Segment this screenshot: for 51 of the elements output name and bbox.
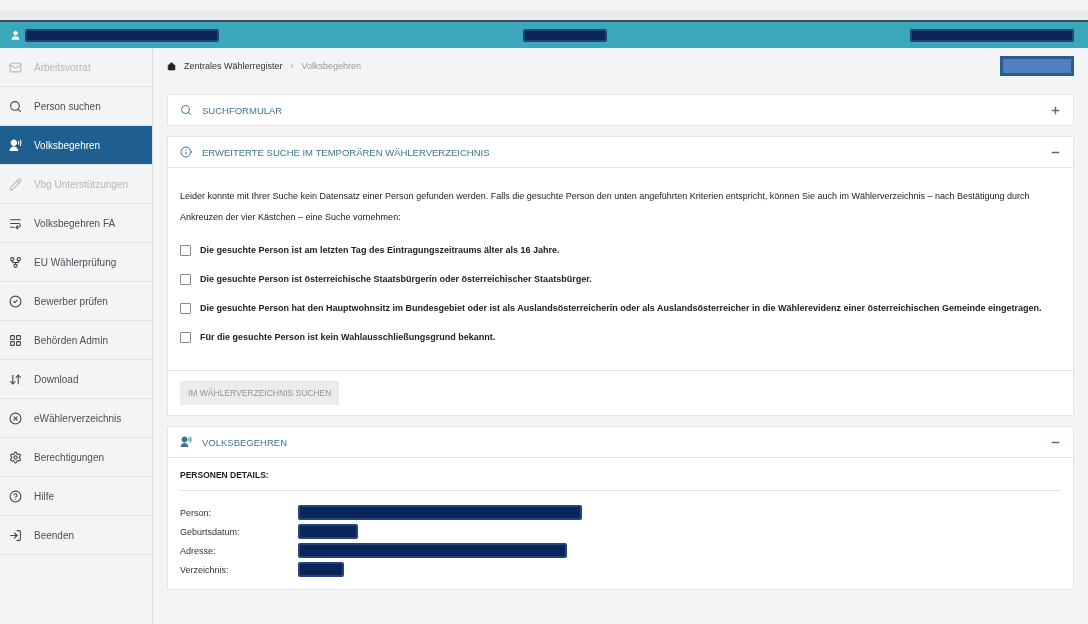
panel-title: SUCHFORMULAR	[202, 104, 284, 116]
user-icon	[10, 29, 21, 41]
field-label: Verzeichnis:	[180, 564, 230, 575]
panel-title: VOLKSBEGEHREN	[202, 436, 288, 448]
field-label: Adresse:	[180, 545, 217, 556]
checkbox[interactable]	[180, 332, 191, 343]
field-label: Person:	[180, 507, 213, 518]
pencil-icon	[9, 177, 22, 191]
sidebar-item[interactable]: eWählerverzeichnis	[0, 399, 152, 438]
check-icon	[9, 294, 22, 308]
redaction-bar	[298, 562, 344, 577]
checkbox-label: Für die gesuchte Person ist kein Wahlausschließungsgrund bekannt.	[200, 331, 496, 344]
sidebar-item[interactable]: Volksbegehren	[0, 126, 152, 165]
field-label: Geburtsdatum:	[180, 526, 241, 537]
breadcrumb-separator: ›	[290, 61, 294, 71]
fork-icon	[9, 255, 22, 269]
sidebar-item[interactable]: Volksbegehren FA	[0, 204, 152, 243]
sidebar-item[interactable]: Bewerber prüfen	[0, 282, 152, 321]
sidebar-item[interactable]: Hilfe	[0, 477, 152, 516]
mail-icon	[9, 60, 22, 74]
info-icon	[180, 146, 192, 158]
breadcrumb-current: Volksbegehren	[301, 61, 362, 71]
admin-icon	[9, 333, 22, 347]
section-heading: PERSONEN DETAILS:	[180, 470, 1061, 491]
xcircle-icon	[9, 411, 22, 425]
checkbox[interactable]	[180, 303, 191, 314]
updown-icon	[9, 372, 22, 386]
info-text: Leider konnte mit Ihrer Suche kein Datensatz einer Person gefunden werden. Falls die gesuchte Person den unten angeführten Kriterien entspricht, können Sie auch im Wählerverzeichnis – nach Bestätigung durch Ankreuzen der vier Kästchen – eine Suche vornehmen:	[180, 190, 1031, 224]
breadcrumb-link[interactable]: Zentrales Wählerregister	[184, 61, 283, 71]
sidebar-item[interactable]: Download	[0, 360, 152, 399]
expand-icon[interactable]	[1050, 104, 1061, 116]
search-icon	[180, 104, 192, 116]
sidebar-item[interactable]: Berechtigungen	[0, 438, 152, 477]
sidebar-item[interactable]: Behörden Admin	[0, 321, 152, 360]
search-icon	[9, 99, 22, 113]
user-voice-icon	[9, 138, 22, 152]
sidebar-item[interactable]: EU Wählerprüfung	[0, 243, 152, 282]
checkbox-label: Die gesuchte Person hat den Hauptwohnsitz im Bundesgebiet oder ist als Auslandsösterreicherin oder als Auslandsösterreicher in die Wählerevidenz einer österreichischen Gemeinde eingetragen.	[200, 302, 1042, 315]
home-icon[interactable]	[167, 61, 176, 71]
exit-icon	[9, 528, 22, 542]
sidebar-item[interactable]: Beenden	[0, 516, 152, 555]
wrap-icon	[9, 216, 22, 230]
gear-icon	[9, 450, 22, 464]
checkbox-label: Die gesuchte Person ist österreichische Staatsbürgerin oder österreichischer Staatsbürger.	[200, 273, 592, 286]
help-icon	[9, 489, 22, 503]
checkbox[interactable]	[180, 274, 191, 285]
user-voice-icon	[180, 436, 192, 448]
checkbox[interactable]	[180, 245, 191, 256]
checkbox-label: Die gesuchte Person ist am letzten Tag des Eintragungszeitraums älter als 16 Jahre.	[200, 244, 560, 257]
panel-title: ERWEITERTE SUCHE IM TEMPORÄREN WÄHLERVERZEICHNIS	[202, 146, 491, 158]
redaction-bar	[298, 524, 358, 539]
